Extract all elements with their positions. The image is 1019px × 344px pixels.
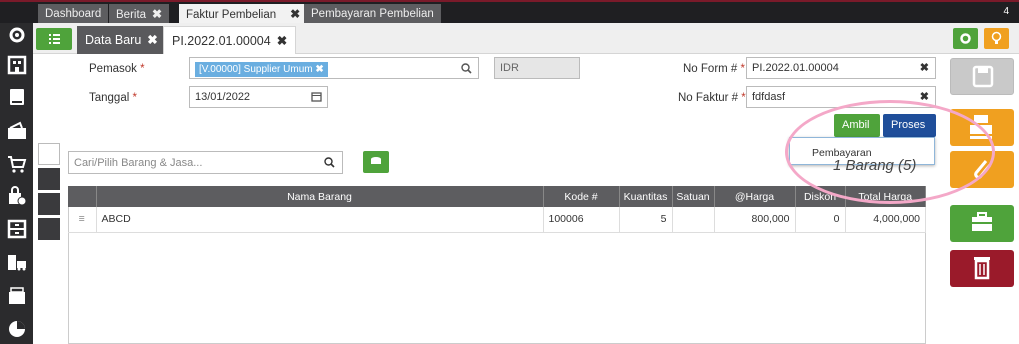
no-form-label: No Form # * — [683, 63, 746, 75]
items-table: Nama Barang Kode # Kuantitas Satuan @Har… — [68, 186, 926, 233]
column-header[interactable]: Kode # — [543, 186, 620, 207]
cell-total: 4,000,000 — [845, 207, 926, 233]
floppy-disk-icon — [972, 65, 994, 88]
list-icon — [49, 34, 60, 44]
close-icon[interactable]: ✖ — [277, 34, 287, 48]
info-tab-icon[interactable] — [38, 168, 60, 190]
drag-handle-icon[interactable]: ≡ — [68, 207, 97, 233]
tab-faktur-pembelian[interactable]: Faktur Pembelian ✖ — [179, 4, 308, 25]
box-icon — [371, 157, 381, 164]
column-header[interactable]: Kuantitas — [619, 186, 673, 207]
archive-icon[interactable] — [7, 219, 27, 239]
pie-chart-icon[interactable] — [7, 319, 27, 339]
save-button[interactable] — [950, 58, 1014, 95]
list-menu-button[interactable] — [36, 28, 72, 50]
tanggal-label: Tanggal * — [89, 92, 137, 104]
tab-pi-document[interactable]: PI.2022.01.00004 ✖ — [163, 26, 297, 54]
settings-button[interactable] — [953, 28, 978, 49]
supplier-field[interactable]: [V.00000] Supplier Umum ✖ — [189, 57, 479, 79]
drag-column-header — [68, 186, 97, 207]
shopping-bag-icon[interactable] — [7, 186, 27, 206]
search-icon[interactable] — [324, 157, 335, 168]
sidebar — [0, 23, 33, 344]
detail-side-tabs — [38, 143, 60, 243]
table-row[interactable]: ≡ ABCD 100006 5 800,000 0 4,000,000 — [68, 207, 926, 233]
briefcase-icon — [972, 212, 992, 231]
close-icon[interactable]: ✖ — [290, 7, 300, 21]
cell-diskon: 0 — [795, 207, 846, 233]
cell-nama: ABCD — [96, 207, 544, 233]
sub-tab-bar: Data Baru ✖ PI.2022.01.00004 ✖ — [33, 23, 1019, 54]
toolbox-button[interactable] — [950, 205, 1014, 242]
no-faktur-label: No Faktur # * — [678, 92, 746, 104]
column-header[interactable]: Satuan — [672, 186, 715, 207]
gear-icon — [960, 33, 971, 44]
table-header: Nama Barang Kode # Kuantitas Satuan @Har… — [68, 186, 926, 207]
search-icon[interactable] — [461, 63, 472, 74]
book-icon[interactable] — [7, 87, 27, 107]
main-content: Data Baru ✖ PI.2022.01.00004 ✖ Pemasok * [… — [33, 23, 1019, 344]
lightbulb-icon — [991, 31, 1002, 44]
close-icon[interactable]: ✖ — [147, 33, 157, 47]
currency-field: IDR — [494, 57, 580, 79]
no-form-field[interactable]: PI.2022.01.00004 ✖ — [746, 57, 936, 79]
top-tab-bar: Dashboard Berita ✖ Faktur Pembelian ✖ Pemb… — [0, 0, 1019, 25]
date-field[interactable]: 13/01/2022 — [189, 86, 328, 108]
tax-icon[interactable] — [7, 286, 27, 306]
tips-button[interactable] — [984, 28, 1009, 49]
column-header[interactable]: @Harga — [714, 186, 796, 207]
office-vehicle-icon[interactable] — [7, 252, 27, 272]
column-header[interactable]: Nama Barang — [96, 186, 544, 207]
wallet-icon[interactable] — [7, 121, 27, 141]
list-detail-tab-icon[interactable] — [38, 143, 60, 165]
tab-pembayaran-pembelian[interactable]: Pembayaran Pembelian — [304, 4, 441, 25]
trash-icon — [974, 257, 990, 280]
pemasok-label: Pemasok * — [89, 63, 145, 75]
tab-count: 4 — [1003, 6, 1009, 17]
close-icon[interactable]: ✖ — [152, 7, 162, 21]
remove-icon[interactable]: ✖ — [315, 64, 323, 75]
cell-harga: 800,000 — [714, 207, 796, 233]
supplier-chip: [V.00000] Supplier Umum ✖ — [195, 62, 328, 77]
cell-kode: 100006 — [543, 207, 620, 233]
clear-icon[interactable]: ✖ — [920, 61, 929, 74]
gear-icon[interactable] — [7, 25, 27, 45]
delete-button[interactable] — [950, 250, 1014, 287]
calendar-icon[interactable] — [311, 91, 322, 102]
tab-dashboard[interactable]: Dashboard — [38, 4, 109, 25]
tab-data-baru[interactable]: Data Baru ✖ — [77, 26, 166, 54]
highlight-annotation — [785, 100, 995, 204]
coins-tab-icon[interactable] — [38, 193, 60, 215]
cell-qty: 5 — [619, 207, 673, 233]
item-search-input[interactable]: Cari/Pilih Barang & Jasa... — [68, 151, 343, 174]
clear-icon[interactable]: ✖ — [920, 90, 929, 103]
tab-berita[interactable]: Berita ✖ — [109, 4, 170, 25]
cell-satuan — [672, 207, 715, 233]
building-icon[interactable] — [7, 55, 27, 75]
checklist-tab-icon[interactable] — [38, 218, 60, 240]
cart-icon[interactable] — [7, 154, 27, 174]
add-item-button[interactable] — [363, 151, 389, 173]
